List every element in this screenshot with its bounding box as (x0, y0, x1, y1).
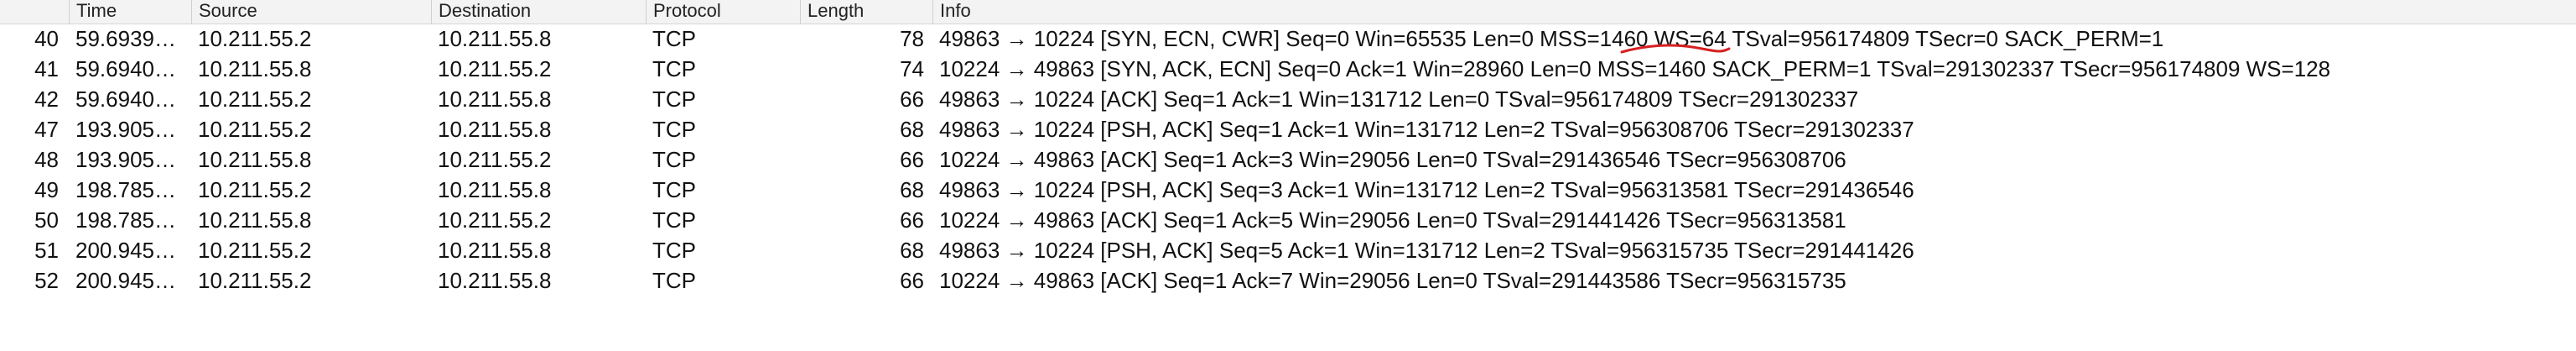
packet-number: 49 (34, 177, 59, 202)
packet-row[interactable]: 52 200.945… 10.211.55.2 10.211.55.8 TCP 66 102… (0, 265, 2576, 296)
packet-row[interactable]: 51 200.945… 10.211.55.2 10.211.55.8 TCP 68 498… (0, 235, 2576, 265)
packet-info: 49863 → 10224 [PSH, ACK] Seq=5 Ack=1 Win… (939, 238, 1914, 263)
packet-destination: 10.211.55.8 (438, 177, 552, 202)
column-header-row: Time Source Destination Protocol Length … (0, 0, 2576, 24)
packet-source: 10.211.55.2 (198, 268, 312, 293)
packet-protocol: TCP (652, 147, 696, 172)
packet-row[interactable]: 40 59.6939… 10.211.55.2 10.211.55.8 TCP 78 498… (0, 24, 2576, 54)
packet-destination: 10.211.55.8 (438, 238, 552, 263)
packet-destination: 10.211.55.2 (438, 207, 552, 233)
column-header-info[interactable]: Info (932, 0, 2576, 24)
packet-source: 10.211.55.2 (198, 238, 312, 263)
column-header-protocol[interactable]: Protocol (646, 0, 800, 24)
column-header-time[interactable]: Time (69, 0, 191, 24)
packet-time: 200.945… (75, 238, 176, 263)
packet-length: 66 (900, 268, 924, 293)
packet-length: 66 (900, 207, 924, 233)
packet-list: Time Source Destination Protocol Length … (0, 0, 2576, 351)
packet-info: 10224 → 49863 [ACK] Seq=1 Ack=3 Win=2905… (939, 147, 1846, 172)
packet-length: 78 (900, 26, 924, 51)
packet-row[interactable]: 48 193.905… 10.211.55.8 10.211.55.2 TCP 66 102… (0, 144, 2576, 175)
packet-length: 68 (900, 238, 924, 263)
packet-protocol: TCP (652, 26, 696, 51)
packet-destination: 10.211.55.8 (438, 26, 552, 51)
packet-protocol: TCP (652, 56, 696, 81)
packet-number: 41 (34, 56, 59, 81)
packet-destination: 10.211.55.2 (438, 147, 552, 172)
packet-info: 10224 → 49863 [ACK] Seq=1 Ack=5 Win=2905… (939, 207, 1846, 233)
packet-row[interactable]: 49 198.785… 10.211.55.2 10.211.55.8 TCP 68 498… (0, 175, 2576, 205)
packet-info: 49863 → 10224 [SYN, ECN, CWR] Seq=0 Win=… (939, 26, 2164, 51)
packet-time: 200.945… (75, 268, 176, 293)
packet-source: 10.211.55.8 (198, 147, 312, 172)
packet-time: 59.6939… (75, 26, 176, 51)
packet-protocol: TCP (652, 207, 696, 233)
packet-protocol: TCP (652, 117, 696, 142)
packet-length: 74 (900, 56, 924, 81)
packet-time: 59.6940… (75, 86, 176, 112)
packet-number: 40 (34, 26, 59, 51)
packet-info: 10224 → 49863 [SYN, ACK, ECN] Seq=0 Ack=… (939, 56, 2331, 81)
packet-time: 59.6940… (75, 56, 176, 81)
packet-info: 49863 → 10224 [PSH, ACK] Seq=1 Ack=1 Win… (939, 117, 1914, 142)
packet-source: 10.211.55.2 (198, 117, 312, 142)
packet-time: 198.785… (75, 207, 176, 233)
packet-length: 68 (900, 117, 924, 142)
packet-protocol: TCP (652, 86, 696, 112)
packet-source: 10.211.55.8 (198, 56, 312, 81)
column-header-length[interactable]: Length (800, 0, 932, 24)
packet-time: 193.905… (75, 117, 176, 142)
packet-protocol: TCP (652, 177, 696, 202)
column-header-source[interactable]: Source (191, 0, 431, 24)
packet-row[interactable]: 41 59.6940… 10.211.55.8 10.211.55.2 TCP 74 102… (0, 54, 2576, 84)
packet-rows: 40 59.6939… 10.211.55.2 10.211.55.8 TCP 78 498… (0, 24, 2576, 296)
packet-row[interactable]: 50 198.785… 10.211.55.8 10.211.55.2 TCP 66 102… (0, 205, 2576, 235)
column-header-no[interactable] (0, 0, 69, 24)
packet-protocol: TCP (652, 268, 696, 293)
packet-length: 68 (900, 177, 924, 202)
packet-protocol: TCP (652, 238, 696, 263)
packet-time: 198.785… (75, 177, 176, 202)
packet-number: 47 (34, 117, 59, 142)
packet-source: 10.211.55.2 (198, 177, 312, 202)
packet-number: 48 (34, 147, 59, 172)
packet-destination: 10.211.55.2 (438, 56, 552, 81)
packet-info: 49863 → 10224 [ACK] Seq=1 Ack=1 Win=1317… (939, 86, 1859, 112)
packet-destination: 10.211.55.8 (438, 268, 552, 293)
packet-length: 66 (900, 86, 924, 112)
packet-number: 42 (34, 86, 59, 112)
packet-info: 49863 → 10224 [PSH, ACK] Seq=3 Ack=1 Win… (939, 177, 1914, 202)
packet-source: 10.211.55.8 (198, 207, 312, 233)
column-header-destination[interactable]: Destination (431, 0, 646, 24)
packet-number: 52 (34, 268, 59, 293)
packet-row[interactable]: 47 193.905… 10.211.55.2 10.211.55.8 TCP 68 498… (0, 114, 2576, 144)
packet-time: 193.905… (75, 147, 176, 172)
packet-number: 50 (34, 207, 59, 233)
packet-destination: 10.211.55.8 (438, 117, 552, 142)
packet-source: 10.211.55.2 (198, 26, 312, 51)
packet-info: 10224 → 49863 [ACK] Seq=1 Ack=7 Win=2905… (939, 268, 1846, 293)
packet-destination: 10.211.55.8 (438, 86, 552, 112)
packet-number: 51 (34, 238, 59, 263)
packet-length: 66 (900, 147, 924, 172)
packet-source: 10.211.55.2 (198, 86, 312, 112)
packet-row[interactable]: 42 59.6940… 10.211.55.2 10.211.55.8 TCP 66 498… (0, 84, 2576, 114)
